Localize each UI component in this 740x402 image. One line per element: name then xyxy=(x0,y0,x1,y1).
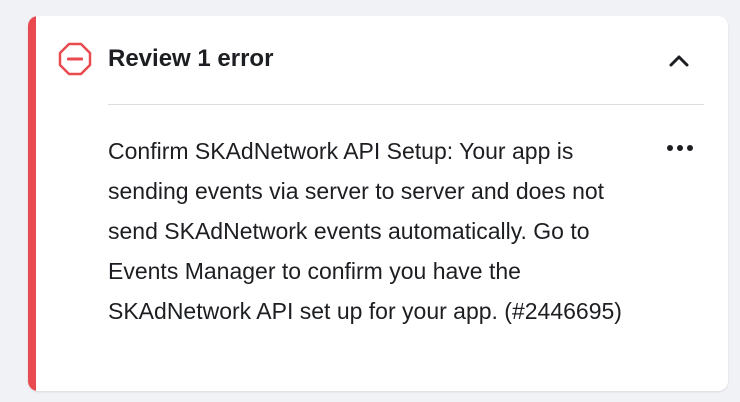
header-divider xyxy=(108,104,704,105)
error-icon xyxy=(58,42,92,76)
error-message: Confirm SKAdNetwork API Setup: Your app … xyxy=(108,138,622,324)
chevron-up-icon xyxy=(669,55,689,67)
collapse-button[interactable] xyxy=(661,46,697,76)
more-options-button[interactable] xyxy=(662,136,698,160)
error-review-panel: Review 1 error Confirm SKAdNetwork API S… xyxy=(28,16,728,391)
more-horizontal-icon xyxy=(667,145,693,151)
panel-header[interactable]: Review 1 error xyxy=(28,16,728,106)
panel-title: Review 1 error xyxy=(108,45,274,72)
